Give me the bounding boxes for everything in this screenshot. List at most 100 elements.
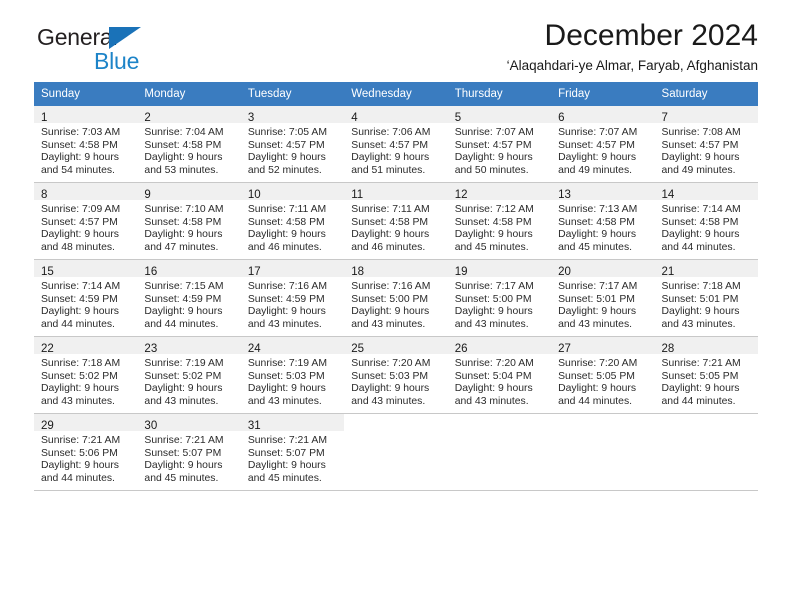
day-cell-content (448, 414, 551, 490)
day-sun-info: Sunrise: 7:19 AM Sunset: 5:03 PM Daylight:… (241, 354, 344, 408)
day-cell-content: 13 Sunrise: 7:13 AM Sunset: 4:58 PM Dayligh… (551, 183, 655, 259)
day-sun-info: Sunrise: 7:16 AM Sunset: 4:59 PM Daylight:… (241, 277, 344, 331)
daylight-text-line2: and 45 minutes. (247, 472, 322, 484)
sunset-text: Sunset: 5:01 PM (558, 293, 635, 305)
daylight-text-line2: and 43 minutes. (247, 318, 322, 330)
day-number: 22 (41, 343, 54, 355)
calendar-day-cell[interactable]: 30 Sunrise: 7:21 AM Sunset: 5:07 PM Dayligh… (137, 413, 241, 491)
weekday-header-row: Sunday Monday Tuesday Wednesday Thursday… (34, 82, 758, 106)
day-sun-info: Sunrise: 7:14 AM Sunset: 4:59 PM Daylight:… (34, 277, 137, 331)
daylight-text-line2: and 44 minutes. (41, 472, 115, 484)
day-number-band: 16 (137, 260, 241, 278)
calendar-day-cell[interactable]: 12 Sunrise: 7:12 AM Sunset: 4:58 PM Dayligh… (447, 182, 552, 260)
calendar-day-cell[interactable]: 19 Sunrise: 7:17 AM Sunset: 5:00 PM Dayligh… (447, 259, 552, 337)
general-blue-logo[interactable]: General Blue (37, 26, 217, 74)
day-sun-info (551, 431, 654, 435)
calendar-day-cell[interactable]: 14 Sunrise: 7:14 AM Sunset: 4:58 PM Dayligh… (654, 182, 758, 260)
calendar-day-cell[interactable]: 20 Sunrise: 7:17 AM Sunset: 5:01 PM Dayligh… (551, 259, 655, 337)
day-number: 7 (661, 112, 668, 124)
calendar-day-cell[interactable]: 8 Sunrise: 7:09 AM Sunset: 4:57 PM Daylight… (34, 182, 138, 260)
calendar-day-cell[interactable]: 31 Sunrise: 7:21 AM Sunset: 5:07 PM Dayligh… (240, 413, 345, 491)
sunset-text: Sunset: 4:57 PM (351, 139, 429, 151)
calendar-day-cell[interactable]: 13 Sunrise: 7:13 AM Sunset: 4:58 PM Dayligh… (551, 182, 655, 260)
weekday-header-friday: Friday (551, 82, 655, 106)
calendar-day-cell[interactable]: 29 Sunrise: 7:21 AM Sunset: 5:06 PM Dayligh… (34, 413, 138, 491)
calendar-day-cell[interactable]: 7 Sunrise: 7:08 AM Sunset: 4:57 PM Daylight… (654, 106, 758, 183)
weekday-header-monday: Monday (137, 82, 241, 106)
day-number-band: 28 (654, 337, 758, 355)
daylight-text-line1: Daylight: 9 hours (351, 306, 430, 318)
day-number-band (344, 414, 447, 431)
day-number: 18 (351, 266, 365, 278)
calendar-day-cell[interactable]: 6 Sunrise: 7:07 AM Sunset: 4:57 PM Daylight… (551, 106, 655, 183)
calendar-day-cell[interactable]: 15 Sunrise: 7:14 AM Sunset: 4:59 PM Dayligh… (34, 259, 138, 337)
calendar-day-cell[interactable]: 5 Sunrise: 7:07 AM Sunset: 4:57 PM Daylight… (447, 106, 552, 183)
calendar-day-cell[interactable]: 3 Sunrise: 7:05 AM Sunset: 4:57 PM Daylight… (240, 106, 345, 183)
day-sun-info: Sunrise: 7:21 AM Sunset: 5:07 PM Daylight:… (241, 431, 344, 485)
sunrise-text: Sunrise: 7:04 AM (144, 127, 224, 138)
day-number: 14 (661, 189, 675, 201)
sunrise-text: Sunrise: 7:07 AM (558, 127, 638, 138)
day-number-band: 25 (344, 337, 448, 355)
calendar-day-cell[interactable]: 16 Sunrise: 7:15 AM Sunset: 4:59 PM Dayligh… (137, 259, 241, 337)
daylight-text-line2: and 48 minutes. (41, 241, 115, 253)
day-number: 6 (558, 112, 565, 124)
day-cell-content: 18 Sunrise: 7:16 AM Sunset: 5:00 PM Dayligh… (344, 260, 448, 336)
daylight-text-line1: Daylight: 9 hours (661, 229, 740, 241)
daylight-text-line1: Daylight: 9 hours (41, 229, 119, 241)
day-number-band (551, 414, 654, 431)
calendar-day-cell[interactable]: 27 Sunrise: 7:20 AM Sunset: 5:05 PM Dayligh… (551, 336, 655, 414)
day-cell-content: 26 Sunrise: 7:20 AM Sunset: 5:04 PM Dayligh… (447, 337, 552, 413)
day-cell-content: 20 Sunrise: 7:17 AM Sunset: 5:01 PM Dayligh… (551, 260, 655, 336)
daylight-text-line2: and 52 minutes. (247, 164, 322, 176)
day-number: 4 (351, 112, 358, 124)
day-number: 2 (144, 112, 151, 124)
sunset-text: Sunset: 4:59 PM (144, 293, 222, 305)
sunset-text: Sunset: 4:57 PM (247, 139, 325, 151)
day-number: 27 (558, 343, 571, 355)
daylight-text-line2: and 46 minutes. (247, 241, 322, 253)
sunset-text: Sunset: 4:57 PM (454, 139, 532, 151)
calendar-day-cell[interactable]: 10 Sunrise: 7:11 AM Sunset: 4:58 PM Dayligh… (240, 182, 345, 260)
day-cell-content: 24 Sunrise: 7:19 AM Sunset: 5:03 PM Dayligh… (240, 337, 345, 413)
calendar-day-cell[interactable]: 26 Sunrise: 7:20 AM Sunset: 5:04 PM Dayligh… (447, 336, 552, 414)
calendar-day-cell[interactable]: 2 Sunrise: 7:04 AM Sunset: 4:58 PM Daylight… (137, 106, 241, 183)
day-number-band: 13 (551, 183, 655, 201)
calendar-day-cell[interactable]: 18 Sunrise: 7:16 AM Sunset: 5:00 PM Dayligh… (344, 259, 448, 337)
day-sun-info: Sunrise: 7:14 AM Sunset: 4:58 PM Daylight:… (655, 200, 758, 254)
day-number-band: 31 (240, 414, 345, 432)
sunrise-text: Sunrise: 7:14 AM (41, 281, 121, 292)
day-number: 5 (454, 112, 462, 124)
sunset-text: Sunset: 5:03 PM (351, 370, 429, 382)
day-sun-info: Sunrise: 7:21 AM Sunset: 5:05 PM Daylight:… (655, 354, 758, 408)
calendar-day-cell[interactable]: 23 Sunrise: 7:19 AM Sunset: 5:02 PM Dayligh… (137, 336, 241, 414)
day-sun-info: Sunrise: 7:11 AM Sunset: 4:58 PM Daylight:… (241, 200, 344, 254)
calendar-day-cell[interactable]: 24 Sunrise: 7:19 AM Sunset: 5:03 PM Dayligh… (240, 336, 345, 414)
daylight-text-line1: Daylight: 9 hours (454, 152, 533, 164)
day-sun-info (344, 431, 447, 435)
calendar-day-cell (344, 413, 448, 491)
calendar-day-cell[interactable]: 4 Sunrise: 7:06 AM Sunset: 4:57 PM Daylight… (344, 106, 448, 183)
calendar-day-cell[interactable]: 21 Sunrise: 7:18 AM Sunset: 5:01 PM Dayligh… (654, 259, 758, 337)
day-cell-content: 28 Sunrise: 7:21 AM Sunset: 5:05 PM Dayligh… (654, 337, 758, 413)
calendar-day-cell (551, 413, 655, 491)
calendar-day-cell[interactable]: 11 Sunrise: 7:11 AM Sunset: 4:58 PM Dayligh… (344, 182, 448, 260)
sunset-text: Sunset: 4:58 PM (247, 216, 325, 228)
day-number-band: 21 (654, 260, 758, 278)
calendar-day-cell[interactable]: 22 Sunrise: 7:18 AM Sunset: 5:02 PM Dayligh… (34, 336, 138, 414)
day-number-band: 1 (34, 106, 138, 124)
daylight-text-line1: Daylight: 9 hours (351, 383, 430, 395)
day-number-band: 11 (344, 183, 448, 201)
sunrise-text: Sunrise: 7:21 AM (661, 358, 741, 369)
calendar-day-cell[interactable]: 1 Sunrise: 7:03 AM Sunset: 4:58 PM Daylight… (34, 106, 138, 183)
calendar-day-cell[interactable]: 25 Sunrise: 7:20 AM Sunset: 5:03 PM Dayligh… (344, 336, 448, 414)
calendar-day-cell[interactable]: 28 Sunrise: 7:21 AM Sunset: 5:05 PM Dayligh… (654, 336, 758, 414)
day-number-band: 9 (137, 183, 241, 201)
calendar-day-cell[interactable]: 17 Sunrise: 7:16 AM Sunset: 4:59 PM Dayligh… (240, 259, 345, 337)
day-number-band (448, 414, 551, 431)
sunset-text: Sunset: 4:58 PM (558, 216, 635, 228)
calendar-day-cell[interactable]: 9 Sunrise: 7:10 AM Sunset: 4:58 PM Daylight… (137, 182, 241, 260)
calendar-week-row: 1 Sunrise: 7:03 AM Sunset: 4:58 PM Daylight… (34, 106, 758, 183)
daylight-text-line2: and 46 minutes. (351, 241, 426, 253)
day-sun-info: Sunrise: 7:03 AM Sunset: 4:58 PM Daylight:… (34, 123, 137, 177)
